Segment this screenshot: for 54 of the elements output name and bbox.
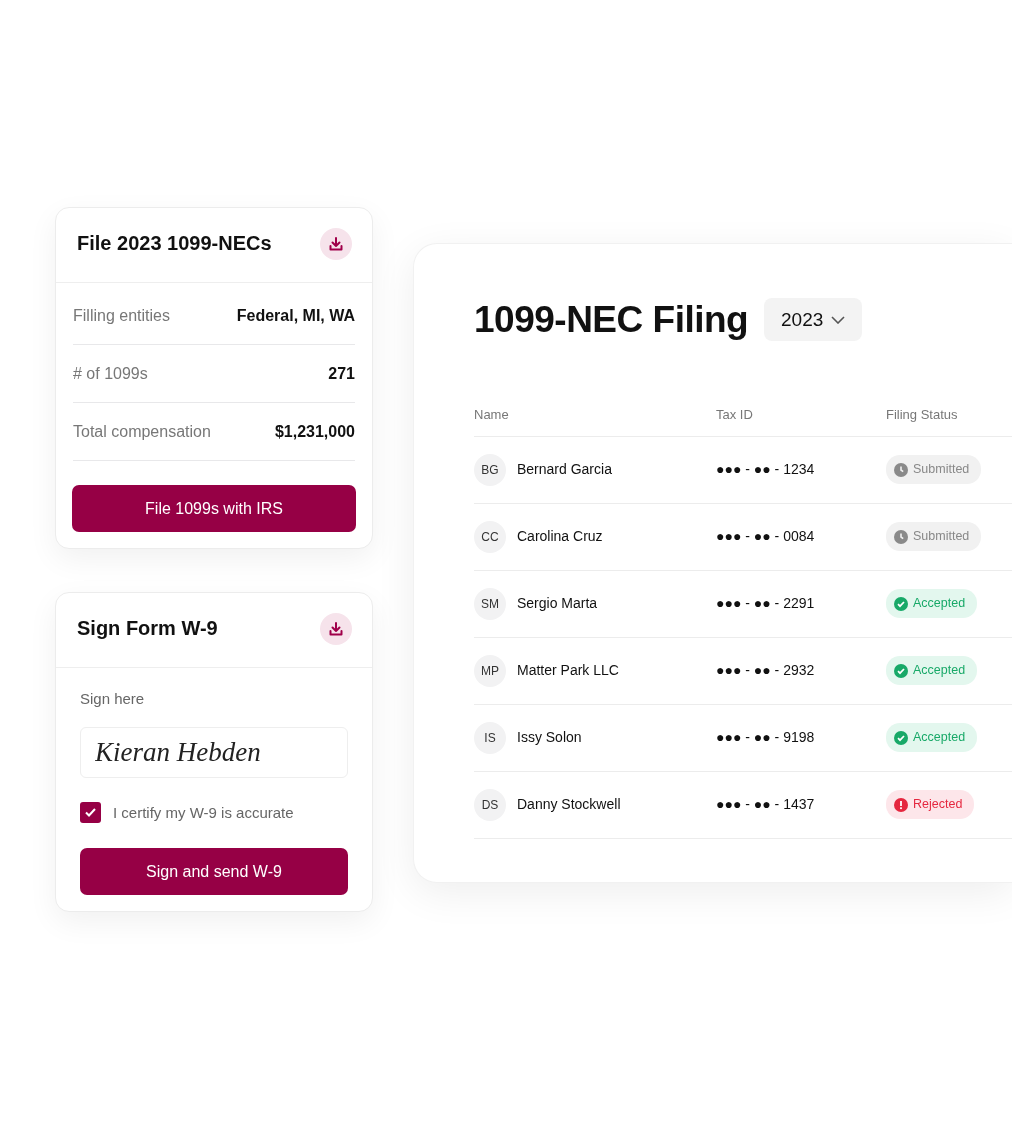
person-name: Danny Stockwell — [517, 795, 621, 814]
check-icon — [894, 663, 908, 678]
status-badge: Rejected — [886, 790, 975, 819]
card-title: File 2023 1099-NECs — [77, 231, 272, 256]
status-badge: Accepted — [886, 589, 978, 618]
sign-button[interactable]: Sign and send W-9 — [80, 848, 348, 895]
checkbox[interactable] — [80, 802, 101, 824]
column-header: Filing Status — [886, 405, 958, 424]
person-name: Sergio Marta — [517, 594, 598, 613]
tax-id: ●●● - ●● - 0084 — [716, 527, 816, 546]
tax-id: ●●● - ●● - 2291 — [716, 594, 816, 613]
avatar: IS — [474, 721, 506, 754]
person-name: Issy Solon — [517, 728, 582, 747]
field-label: Sign here — [80, 689, 146, 709]
status-badge: Accepted — [886, 656, 978, 685]
person-name: Carolina Cruz — [517, 527, 603, 546]
avatar: SM — [474, 587, 506, 620]
card-title: Sign Form W-9 — [77, 616, 218, 641]
field-label: # of 1099s — [73, 363, 148, 384]
alert-icon — [894, 797, 908, 812]
person-name: Bernard Garcia — [517, 460, 612, 479]
status-badge: Submitted — [886, 522, 982, 551]
column-header: Tax ID — [716, 405, 754, 424]
field-value: 271 — [328, 363, 355, 384]
avatar: BG — [474, 453, 506, 486]
download-button[interactable] — [320, 228, 352, 260]
tax-id: ●●● - ●● - 1234 — [716, 460, 816, 479]
page-title: 1099-NEC Filing — [474, 298, 749, 342]
download-icon — [328, 236, 344, 252]
year-dropdown[interactable]: 2023 — [764, 298, 863, 342]
avatar: MP — [474, 654, 506, 687]
tax-id: ●●● - ●● - 9198 — [716, 728, 816, 747]
signature-field[interactable]: Kieran Hebden — [80, 726, 348, 778]
download-button[interactable] — [320, 613, 352, 645]
status-badge: Submitted — [886, 455, 982, 484]
check-icon — [894, 730, 908, 745]
field-value: Federal, MI, WA — [236, 305, 355, 326]
clock-icon — [894, 529, 908, 544]
tax-id: ●●● - ●● - 1437 — [716, 795, 816, 814]
avatar: DS — [474, 788, 506, 821]
status-badge: Accepted — [886, 723, 978, 752]
field-label: Filling entities — [73, 305, 170, 326]
file-button[interactable]: File 1099s with IRS — [72, 485, 356, 532]
check-icon — [894, 596, 908, 611]
person-name: Matter Park LLC — [517, 661, 619, 680]
column-header: Name — [474, 405, 510, 424]
download-icon — [328, 621, 344, 637]
field-value: $1,231,000 — [274, 421, 355, 442]
chevron-icon — [831, 315, 846, 324]
checkbox-label: I certify my W-9 is accurate — [113, 802, 294, 823]
clock-icon — [894, 462, 908, 477]
tax-id: ●●● - ●● - 2932 — [716, 661, 816, 680]
field-label: Total compensation — [73, 421, 211, 442]
avatar: CC — [474, 520, 506, 553]
